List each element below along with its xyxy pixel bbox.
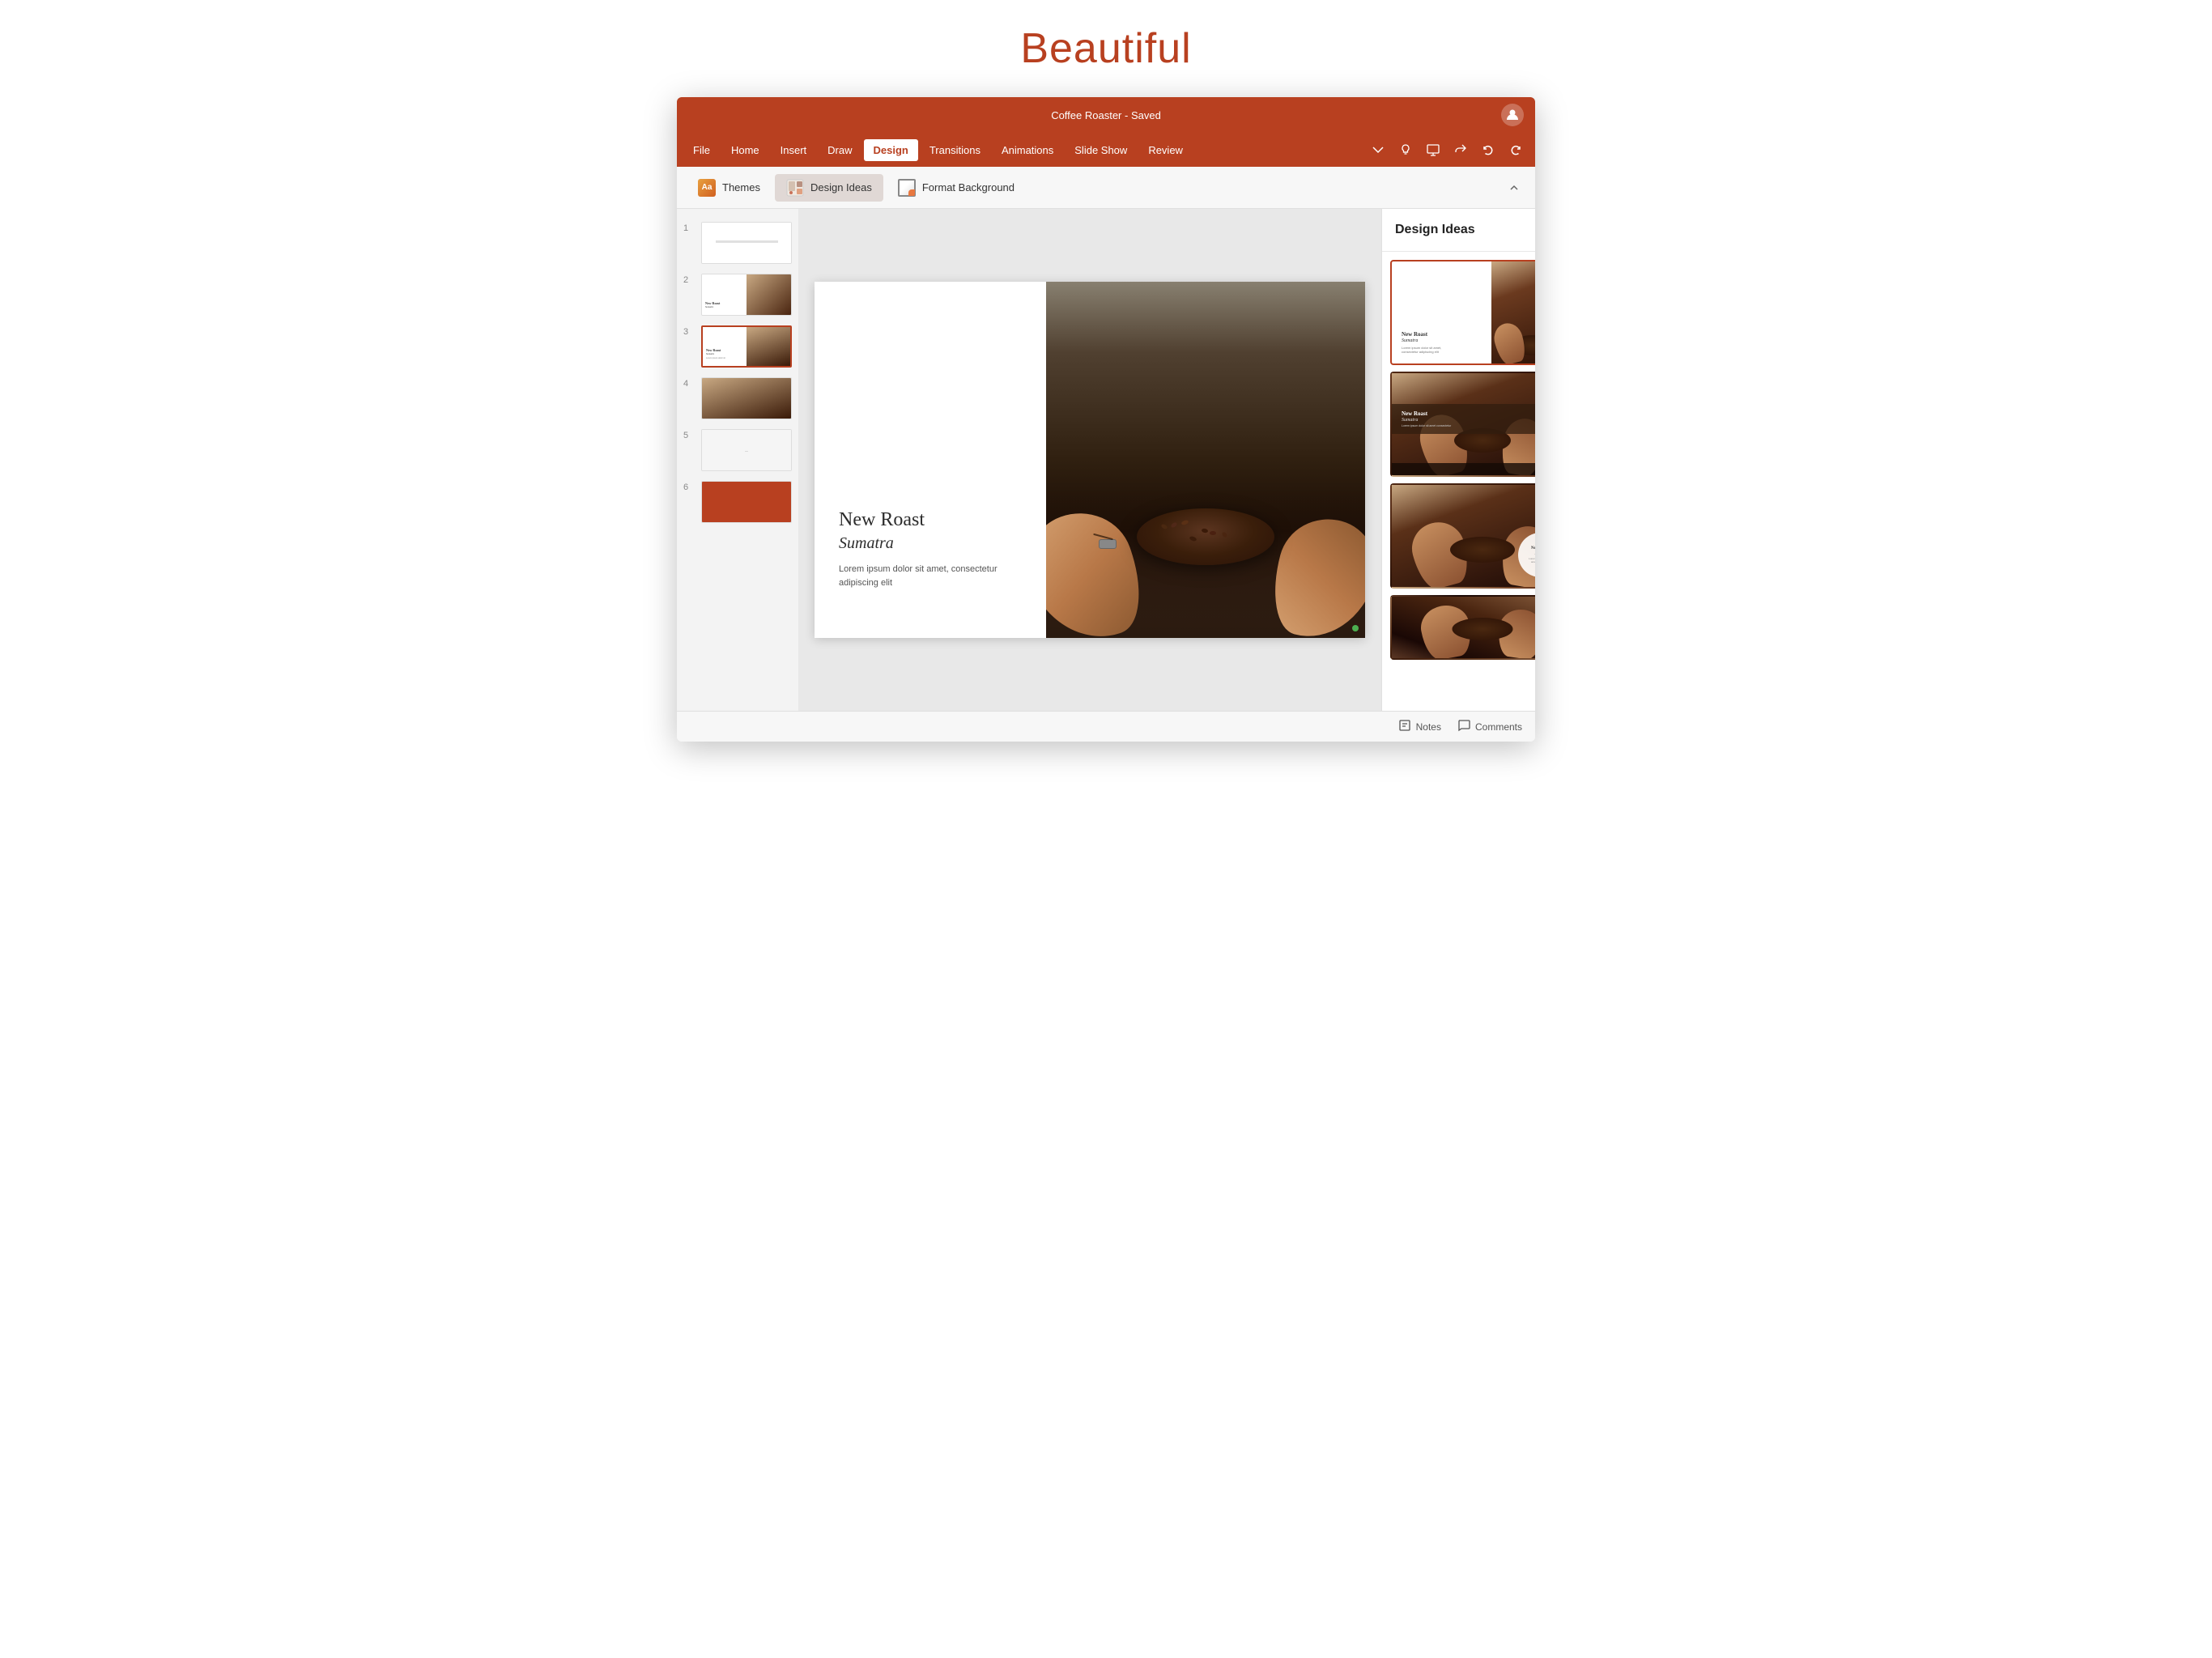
design-ideas-icon	[786, 179, 804, 197]
slide-item-3[interactable]: 3 New Roast Sumatra Lorem ipsum dolor si…	[677, 321, 798, 372]
menu-bar: File Home Insert Draw Design Transitions…	[677, 133, 1535, 167]
slide-number-4: 4	[683, 377, 696, 389]
comments-icon	[1457, 719, 1470, 734]
design-panel-title: Design Ideas	[1395, 223, 1475, 237]
idea-3-circle-title: New Roast	[1531, 546, 1535, 551]
slide-body: Lorem ipsum dolor sit amet, consectetur …	[839, 563, 1022, 589]
page-title: Beautiful	[1020, 24, 1191, 73]
ribbon: Aa Themes Design Ideas Format Background	[677, 167, 1535, 209]
slide-number-3: 3	[683, 325, 696, 337]
slide-subtitle: Sumatra	[839, 534, 1022, 553]
idea-1-text: New Roast Sumatra Lorem ipsum dolor sit …	[1392, 261, 1491, 363]
slide-image-area	[1046, 282, 1365, 638]
menu-item-draw[interactable]: Draw	[818, 139, 861, 161]
menu-item-insert[interactable]: Insert	[771, 139, 817, 161]
themes-icon: Aa	[698, 179, 716, 197]
slide-thumb-6	[701, 481, 792, 523]
notes-label: Notes	[1416, 721, 1441, 733]
main-area: 1 2 New Roast Sumatra	[677, 209, 1535, 711]
slide-thumb-1	[701, 222, 792, 264]
slide-canvas: New Roast Sumatra Lorem ipsum dolor sit …	[815, 282, 1365, 638]
design-ideas-panel: Design Ideas New Roast Sumatra Lorem ips…	[1381, 209, 1535, 711]
design-ideas-list: New Roast Sumatra Lorem ipsum dolor sit …	[1382, 252, 1535, 711]
bottom-bar: Notes Comments	[677, 711, 1535, 742]
slide-thumb-3: New Roast Sumatra Lorem ipsum dolor sit	[701, 325, 792, 368]
slide-number-1: 1	[683, 222, 696, 233]
idea-2-title: New Roast	[1402, 410, 1535, 417]
themes-button[interactable]: Aa Themes	[687, 174, 772, 202]
lightbulb-icon[interactable]	[1393, 137, 1419, 163]
slide-panel: 1 2 New Roast Sumatra	[677, 209, 798, 711]
slide-item-4[interactable]: 4	[677, 372, 798, 424]
notes-button[interactable]: Notes	[1398, 719, 1441, 734]
menu-item-slideshow[interactable]: Slide Show	[1065, 139, 1137, 161]
canvas-area: New Roast Sumatra Lorem ipsum dolor sit …	[798, 209, 1381, 711]
slide-number-6: 6	[683, 481, 696, 492]
more-menu-button[interactable]	[1365, 137, 1391, 163]
menu-item-transitions[interactable]: Transitions	[920, 139, 990, 161]
share-icon[interactable]	[1448, 137, 1474, 163]
slide-thumb-5: —	[701, 429, 792, 471]
menu-item-file[interactable]: File	[683, 139, 720, 161]
comments-button[interactable]: Comments	[1457, 719, 1522, 734]
idea-1-title: New Roast	[1402, 331, 1482, 338]
redo-icon[interactable]	[1503, 137, 1529, 163]
design-ideas-button[interactable]: Design Ideas	[775, 174, 883, 202]
idea-1-image	[1491, 261, 1535, 363]
present-icon[interactable]	[1420, 137, 1446, 163]
slide-item-1[interactable]: 1	[677, 217, 798, 269]
design-idea-card-1[interactable]: New Roast Sumatra Lorem ipsum dolor sit …	[1390, 260, 1535, 365]
format-bg-icon	[898, 179, 916, 197]
slide-item-6[interactable]: 6	[677, 476, 798, 528]
user-avatar[interactable]	[1501, 104, 1524, 126]
idea-2-overlay: New Roast Sumatra Lorem ipsum dolor sit …	[1392, 404, 1535, 434]
idea-2-body: Lorem ipsum dolor sit amet consectetur	[1402, 424, 1535, 427]
slide-thumb-4	[701, 377, 792, 419]
menu-item-home[interactable]: Home	[721, 139, 769, 161]
ribbon-collapse-button[interactable]	[1503, 176, 1525, 199]
design-idea-card-4[interactable]	[1390, 595, 1535, 660]
slide-text-area: New Roast Sumatra Lorem ipsum dolor sit …	[815, 282, 1046, 638]
slide-number-5: 5	[683, 429, 696, 440]
menu-item-animations[interactable]: Animations	[992, 139, 1063, 161]
design-idea-card-3[interactable]: New Roast Sumatra Lorem ipsum dolor sita…	[1390, 483, 1535, 589]
coffee-beans-image	[1046, 282, 1365, 638]
undo-icon[interactable]	[1475, 137, 1501, 163]
slide-main-title: New Roast	[839, 509, 1022, 531]
menu-item-review[interactable]: Review	[1138, 139, 1193, 161]
app-window: Coffee Roaster - Saved File Home Insert …	[677, 97, 1535, 742]
design-ideas-label: Design Ideas	[810, 181, 872, 193]
comments-label: Comments	[1475, 721, 1522, 733]
slide-item-2[interactable]: 2 New Roast Sumatra	[677, 269, 798, 321]
slide-item-5[interactable]: 5 —	[677, 424, 798, 476]
design-panel-header: Design Ideas	[1382, 209, 1535, 252]
notes-icon	[1398, 719, 1411, 734]
format-background-label: Format Background	[922, 181, 1015, 193]
slide-number-2: 2	[683, 274, 696, 285]
document-title: Coffee Roaster - Saved	[1051, 109, 1161, 121]
themes-label: Themes	[722, 181, 760, 193]
slide-indicator-dot	[1352, 625, 1359, 631]
idea-1-subtitle: Sumatra	[1402, 338, 1482, 343]
format-background-button[interactable]: Format Background	[887, 174, 1026, 202]
menu-item-design[interactable]: Design	[864, 139, 918, 161]
idea-2-subtitle: Sumatra	[1402, 418, 1535, 423]
title-bar: Coffee Roaster - Saved	[677, 97, 1535, 133]
design-idea-card-2[interactable]: New Roast Sumatra Lorem ipsum dolor sit …	[1390, 372, 1535, 477]
slide-thumb-2: New Roast Sumatra	[701, 274, 792, 316]
idea-1-body: Lorem ipsum dolor sit amet,consectetur a…	[1402, 346, 1482, 354]
